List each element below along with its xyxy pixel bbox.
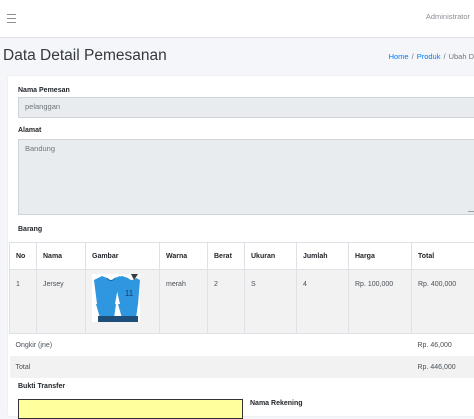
alamat-label: Alamat [18, 127, 41, 134]
page-title: Data Detail Pemesanan [3, 47, 167, 65]
menu-toggle-icon[interactable] [7, 14, 16, 23]
col-header-jumlah: Jumlah [297, 243, 349, 270]
bukti-transfer-label: Bukti Transfer [18, 383, 65, 390]
bukti-transfer-image [18, 399, 243, 419]
total-value: Rp. 446,000 [412, 356, 474, 378]
alamat-textarea[interactable]: Bandung [18, 139, 474, 215]
total-label: Total [10, 356, 412, 378]
cell-nama: Jersey [37, 270, 86, 334]
cell-harga: Rp. 100,000 [349, 270, 412, 334]
col-header-nama: Nama [37, 243, 86, 270]
nama-pemesan-field[interactable]: pelanggan [18, 97, 474, 118]
breadcrumb-home-link[interactable]: Home [389, 52, 409, 61]
col-header-no: No [10, 243, 37, 270]
barang-label: Barang [18, 226, 42, 233]
breadcrumb-produk-link[interactable]: Produk [417, 52, 441, 61]
cell-gambar: 11 [86, 270, 160, 334]
resize-handle-icon[interactable] [468, 205, 474, 212]
user-name[interactable]: Administrator [426, 12, 470, 21]
col-header-total: Total [412, 243, 474, 270]
col-header-gambar: Gambar [86, 243, 160, 270]
col-header-warna: Warna [160, 243, 208, 270]
cell-jumlah: 4 [297, 270, 349, 334]
col-header-berat: Berat [208, 243, 245, 270]
ongkir-label: Ongkir (jne) [10, 334, 412, 357]
col-header-harga: Harga [349, 243, 412, 270]
cell-berat: 2 [208, 270, 245, 334]
table-row: 1 Jersey 11 merah 2 S 4 Rp. 100,00 [10, 270, 474, 334]
nama-pemesan-label: Nama Pemesan [18, 87, 70, 94]
ongkir-row: Ongkir (jne) Rp. 46,000 [10, 334, 474, 357]
cell-no: 1 [10, 270, 37, 334]
breadcrumb: Home/Produk/Ubah D [389, 52, 474, 61]
total-row: Total Rp. 446,000 [10, 356, 474, 378]
cell-warna: merah [160, 270, 208, 334]
jersey-image: 11 [92, 274, 140, 322]
breadcrumb-current: Ubah D [449, 52, 474, 61]
table-header-row: No Nama Gambar Warna Berat Ukuran Jumlah… [10, 243, 474, 270]
cell-ukuran: S [245, 270, 297, 334]
col-header-ukuran: Ukuran [245, 243, 297, 270]
ongkir-value: Rp. 46,000 [412, 334, 474, 357]
items-table: No Nama Gambar Warna Berat Ukuran Jumlah… [9, 242, 474, 378]
nama-rekening-label: Nama Rekening [250, 400, 303, 407]
cell-total: Rp. 400,000 [412, 270, 474, 334]
svg-text:11: 11 [125, 289, 134, 298]
top-navbar: Administrator [0, 0, 474, 38]
alamat-value: Bandung [25, 144, 55, 153]
